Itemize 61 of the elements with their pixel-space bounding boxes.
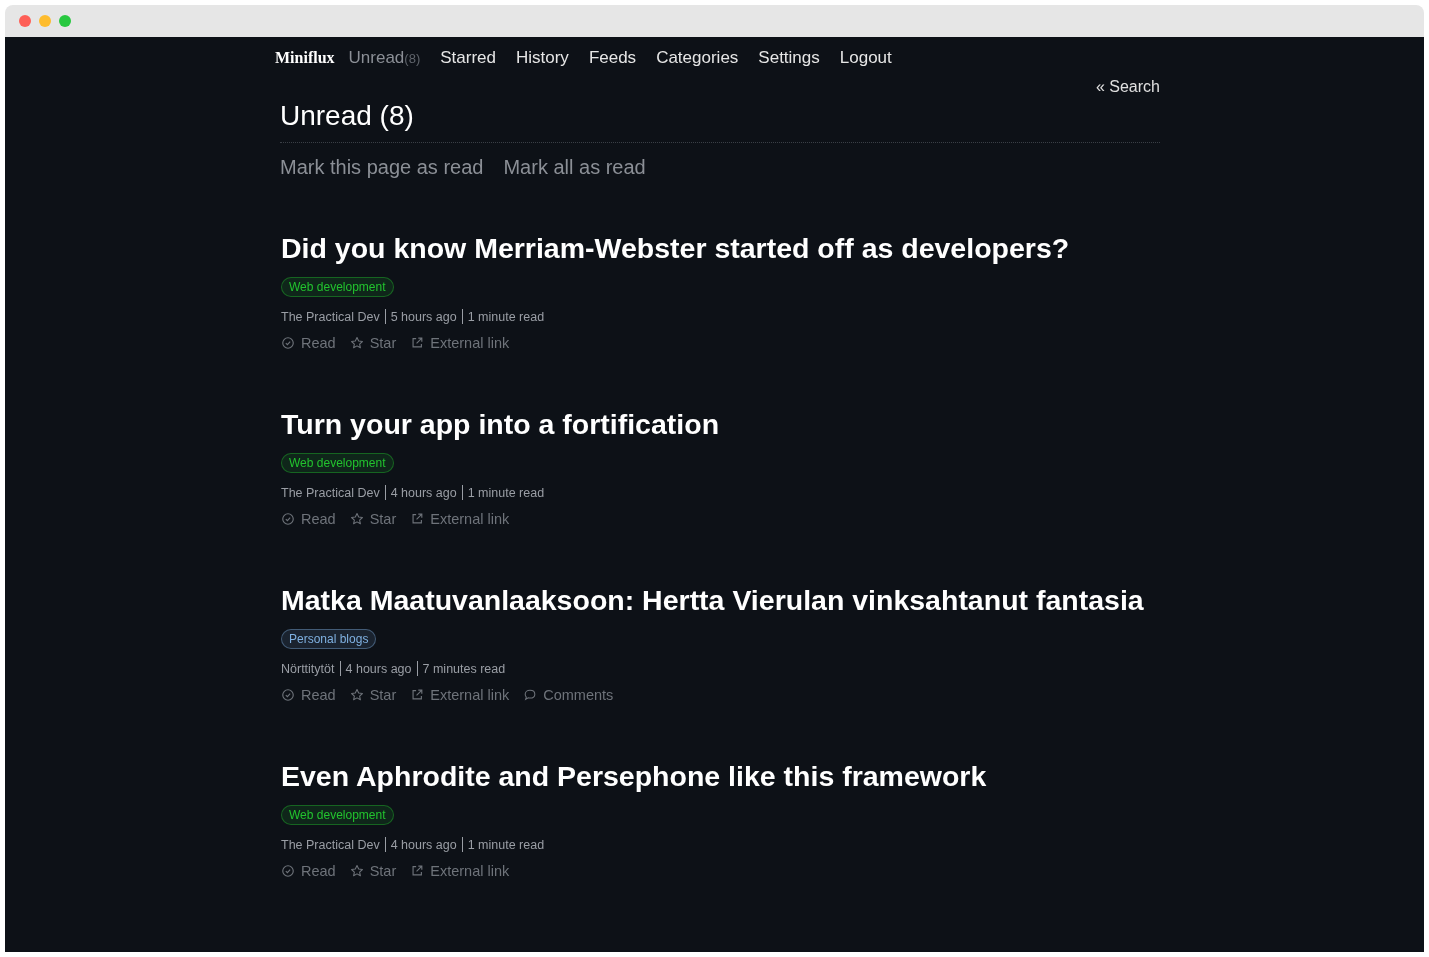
article-title-link[interactable]: Did you know Merriam-Webster started off as developers? (281, 204, 1160, 265)
entry-action-link[interactable]: Star (349, 335, 397, 351)
entry-action-link[interactable]: Star (349, 687, 397, 703)
article-title-link[interactable]: Matka Maatuvanlaaksoon: Hertta Vierulan vinksahtanut fantasia (281, 556, 1160, 617)
entry-action-link[interactable]: Read (281, 335, 336, 351)
feed-name[interactable]: Nörttitytöt (281, 661, 335, 676)
external-link-icon (410, 864, 425, 878)
entry-action-link[interactable]: External link (410, 863, 510, 879)
nav-link[interactable]: Logout (839, 48, 892, 68)
entry-action-link[interactable]: Star (349, 511, 397, 527)
check-circle-icon (281, 336, 295, 350)
entry-time: 5 hours ago (390, 309, 457, 324)
article-title-link[interactable]: Turn your app into a fortification (281, 380, 1160, 441)
feed-name[interactable]: The Practical Dev (281, 837, 380, 852)
entry-action-link[interactable]: External link (410, 511, 510, 527)
close-icon[interactable] (19, 15, 31, 27)
entry-time: 4 hours ago (390, 485, 457, 500)
check-circle-icon (281, 864, 295, 878)
reading-time: 1 minute read (467, 837, 545, 852)
mark-read-link[interactable]: Mark this page as read (280, 156, 484, 192)
reading-time: 1 minute read (467, 485, 545, 500)
logo-text[interactable]: Miniflux (275, 49, 335, 67)
mark-read-link[interactable]: Mark all as read (503, 156, 646, 192)
reading-time: 7 minutes read (422, 661, 506, 676)
external-link-icon (410, 512, 425, 526)
feed-name[interactable]: The Practical Dev (281, 485, 380, 500)
minimize-icon[interactable] (39, 15, 51, 27)
entry-action-link[interactable]: External link (410, 335, 510, 351)
external-link-icon (410, 688, 425, 702)
external-link-icon (410, 336, 425, 350)
nav-link[interactable]: Settings (758, 48, 820, 68)
search-link[interactable]: « Search (1095, 78, 1160, 98)
reading-time: 1 minute read (467, 309, 545, 324)
category-tag[interactable]: Personal blogs (281, 629, 377, 649)
speech-bubble-icon (523, 688, 538, 702)
category-tag[interactable]: Web development (281, 805, 394, 825)
nav-link[interactable]: Unread(8) (348, 48, 421, 68)
check-circle-icon (281, 512, 295, 526)
nav-link[interactable]: Categories (656, 48, 739, 68)
star-icon (349, 864, 364, 878)
entry-time: 4 hours ago (390, 837, 457, 852)
nav-link[interactable]: Feeds (588, 48, 637, 68)
entry-action-link[interactable]: Read (281, 863, 336, 879)
nav-link[interactable]: History (515, 48, 569, 68)
entry-action-link[interactable]: Star (349, 863, 397, 879)
entry-action-link[interactable]: External link (410, 687, 510, 703)
category-tag[interactable]: Web development (281, 277, 394, 297)
entry-time: 4 hours ago (345, 661, 412, 676)
category-tag[interactable]: Web development (281, 453, 394, 473)
star-icon (349, 336, 364, 350)
feed-name[interactable]: The Practical Dev (281, 309, 380, 324)
check-circle-icon (281, 688, 295, 702)
entry-action-link[interactable]: Read (281, 687, 336, 703)
nav-link[interactable]: Starred (440, 48, 496, 68)
page-title: Unread (8) (280, 100, 1160, 143)
star-icon (349, 688, 364, 702)
entry-action-link[interactable]: Comments (523, 687, 614, 703)
maximize-icon[interactable] (59, 15, 71, 27)
article-title-link[interactable]: Even Aphrodite and Persephone like this framework (281, 732, 1160, 793)
entry-action-link[interactable]: Read (281, 511, 336, 527)
star-icon (349, 512, 364, 526)
